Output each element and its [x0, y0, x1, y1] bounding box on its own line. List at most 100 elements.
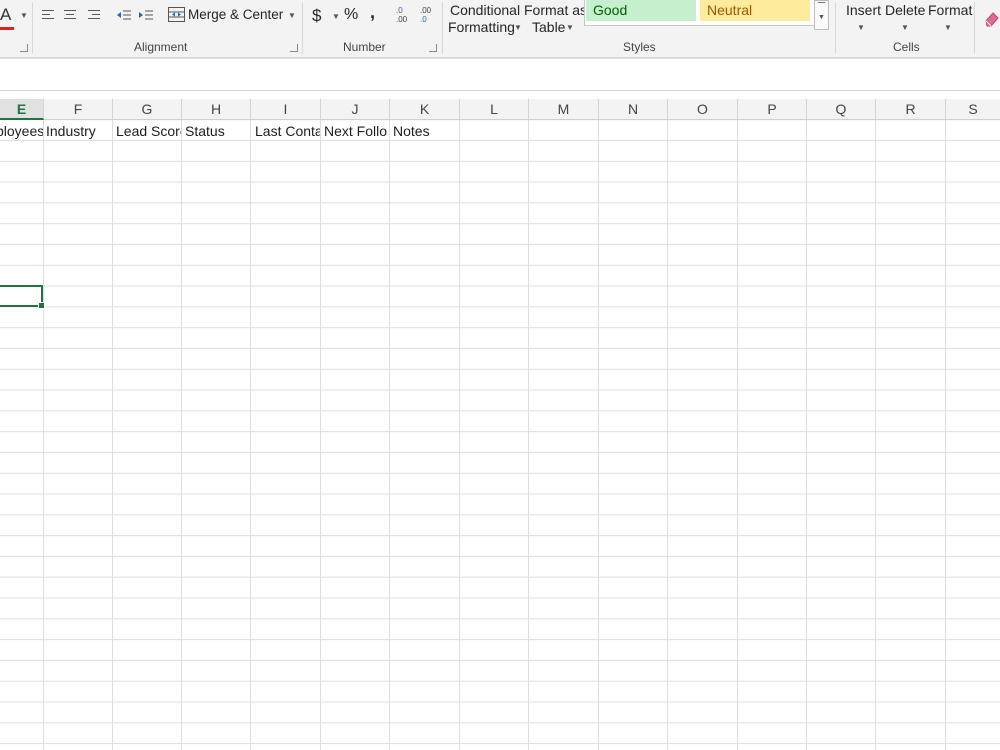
gridline — [875, 120, 876, 750]
cell-i1[interactable]: Last Conta — [255, 123, 320, 139]
column-header-n[interactable]: N — [599, 99, 668, 119]
font-dialog-launcher-icon[interactable] — [20, 44, 28, 52]
dollar-icon: $ — [312, 6, 322, 25]
gridline — [667, 120, 668, 750]
gridline — [598, 120, 599, 750]
decrease-indent-icon[interactable] — [116, 8, 132, 26]
column-header-e[interactable]: E — [0, 99, 44, 120]
delete-cells-button[interactable]: Delete ▼ — [883, 1, 927, 35]
align-center-icon[interactable] — [64, 10, 76, 22]
column-header-p[interactable]: P — [738, 99, 807, 119]
group-separator — [974, 2, 975, 54]
format-as-table-button[interactable]: Format as Table ▼ — [522, 1, 588, 37]
insert-label: Insert — [846, 2, 882, 18]
decrease-decimal-top: .00 — [420, 6, 432, 15]
column-header-s[interactable]: S — [946, 99, 1000, 119]
delete-label: Delete — [885, 2, 926, 18]
eraser-icon[interactable] — [983, 10, 1000, 32]
merge-center-label: Merge & Center — [188, 7, 284, 22]
column-header-h[interactable]: H — [182, 99, 251, 119]
chevron-down-icon: ▼ — [901, 23, 909, 32]
cell-j1[interactable]: Next Follo — [324, 123, 389, 139]
merge-center-button[interactable]: Merge & Center ▼ — [166, 4, 298, 26]
increase-indent-icon[interactable] — [138, 8, 154, 26]
decrease-decimal-button[interactable]: .00 .0 — [420, 6, 438, 28]
accounting-format-button[interactable]: $ ▼ — [310, 4, 340, 26]
group-separator — [442, 2, 443, 54]
gridline — [320, 120, 321, 750]
group-label-alignment: Alignment — [134, 40, 188, 54]
gridline — [737, 120, 738, 750]
column-header-m[interactable]: M — [529, 99, 599, 119]
font-color-bar — [0, 27, 14, 30]
comma-style-button[interactable]: , — [370, 2, 375, 23]
style-neutral[interactable]: Neutral — [700, 0, 810, 21]
formula-bar-area[interactable] — [0, 58, 1000, 91]
alignment-dialog-launcher-icon[interactable] — [290, 44, 298, 52]
percent-style-button[interactable]: % — [344, 6, 358, 24]
column-header-row: E F G H I J K L M N O P Q R S — [0, 99, 1000, 120]
scroll-up-icon — [818, 2, 825, 3]
chevron-down-icon: ▼ — [944, 23, 952, 32]
group-label-number: Number — [343, 40, 386, 54]
more-styles-icon: ▼ — [818, 14, 825, 21]
increase-decimal-bottom: .00 — [396, 15, 408, 24]
column-header-i[interactable]: I — [251, 99, 321, 119]
group-label-styles: Styles — [623, 40, 656, 54]
conditional-formatting-line2: Formatting — [448, 19, 515, 35]
column-header-l[interactable]: L — [460, 99, 529, 119]
number-dialog-launcher-icon[interactable] — [429, 44, 437, 52]
decrease-decimal-bottom: .0 — [420, 15, 427, 24]
increase-decimal-top: .0 — [396, 6, 403, 15]
column-header-r[interactable]: R — [876, 99, 946, 119]
column-header-k[interactable]: K — [390, 99, 460, 119]
gridline — [459, 120, 460, 750]
gridline — [181, 120, 182, 750]
column-header-j[interactable]: J — [321, 99, 390, 119]
font-color-icon: A — [0, 5, 12, 24]
column-header-o[interactable]: O — [668, 99, 738, 119]
format-as-table-line1: Format as — [524, 2, 588, 18]
align-right-icon[interactable] — [88, 10, 100, 22]
gridline — [806, 120, 807, 750]
column-header-f[interactable]: F — [44, 99, 113, 119]
worksheet-grid[interactable]: ployees Industry Lead Score Status Last … — [0, 120, 1000, 750]
style-good[interactable]: Good — [586, 0, 696, 21]
gridline — [250, 120, 251, 750]
increase-decimal-button[interactable]: .0 .00 — [396, 6, 414, 28]
format-cells-button[interactable]: Format ▼ — [926, 1, 972, 35]
format-as-table-line2: Table — [532, 19, 566, 35]
group-label-cells: Cells — [893, 40, 920, 54]
chevron-down-icon: ▼ — [288, 11, 296, 20]
cell-f1[interactable]: Industry — [46, 123, 112, 139]
group-separator — [32, 2, 33, 54]
chevron-down-icon: ▼ — [332, 12, 340, 21]
gridline — [112, 120, 113, 750]
gridline — [528, 120, 529, 750]
ribbon: A ▼ Merge & Center ▼ Alignment $ ▼ % , .… — [0, 0, 1000, 58]
cell-h1[interactable]: Status — [185, 123, 250, 139]
merge-cells-icon — [168, 7, 185, 22]
chevron-down-icon: ▼ — [20, 11, 28, 20]
align-left-icon[interactable] — [42, 10, 54, 22]
column-header-g[interactable]: G — [113, 99, 182, 119]
conditional-formatting-button[interactable]: Conditional Formatting ▼ — [446, 1, 522, 37]
active-cell-selection[interactable] — [0, 285, 45, 309]
cell-k1[interactable]: Notes — [393, 123, 459, 139]
chevron-down-icon: ▼ — [566, 23, 574, 32]
gridline — [945, 120, 946, 750]
group-separator — [302, 2, 303, 54]
chevron-down-icon: ▼ — [857, 23, 865, 32]
gridline — [389, 120, 390, 750]
cell-g1[interactable]: Lead Score — [116, 123, 181, 139]
column-header-q[interactable]: Q — [807, 99, 876, 119]
insert-cells-button[interactable]: Insert ▼ — [842, 1, 882, 35]
conditional-formatting-line1: Conditional — [450, 2, 521, 18]
chevron-down-icon: ▼ — [514, 23, 522, 32]
styles-more-button[interactable]: ▼ — [814, 0, 829, 30]
font-color-button[interactable]: A ▼ — [0, 5, 30, 31]
cell-e1[interactable]: ployees — [0, 123, 43, 139]
group-separator — [835, 2, 836, 54]
gridline — [43, 120, 44, 750]
format-label: Format — [928, 2, 973, 18]
